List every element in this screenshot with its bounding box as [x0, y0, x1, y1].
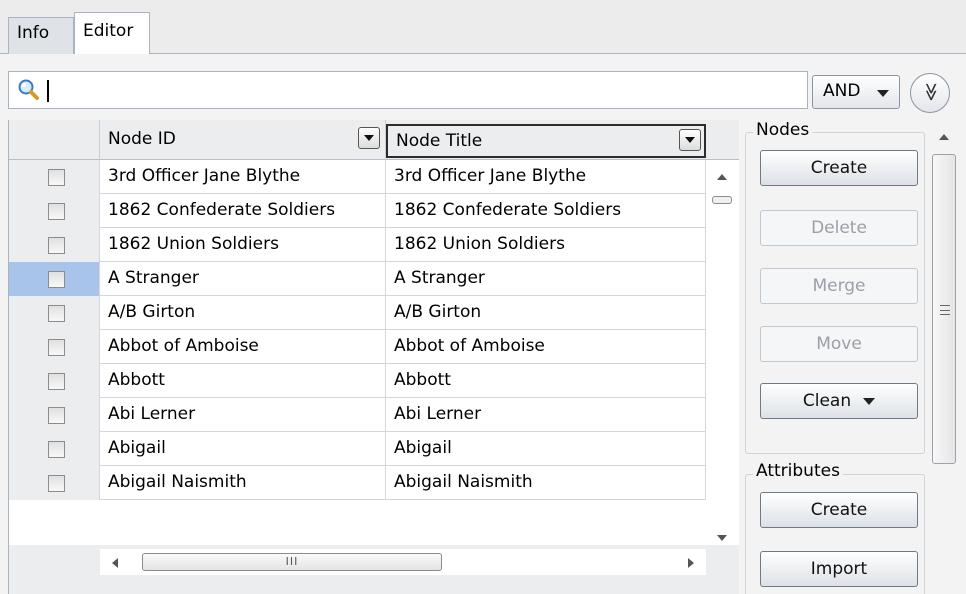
search-icon: [18, 79, 39, 100]
double-chevron-down-icon: ≫: [920, 82, 941, 102]
table-row[interactable]: Abbott Abbott: [9, 364, 706, 398]
node-id-cell[interactable]: Abbot of Amboise: [100, 330, 386, 364]
row-select-cell[interactable]: [9, 160, 100, 194]
merge-node-button[interactable]: Merge: [760, 268, 918, 304]
row-select-cell[interactable]: [9, 194, 100, 228]
row-checkbox[interactable]: [48, 237, 65, 254]
table-header: Node ID Node Title: [9, 120, 739, 160]
row-checkbox[interactable]: [48, 407, 65, 424]
table-row[interactable]: Abbot of Amboise Abbot of Amboise: [9, 330, 706, 364]
column-filter-dropdown-icon[interactable]: [679, 129, 701, 151]
search-box[interactable]: [8, 71, 808, 109]
header-node-id[interactable]: Node ID: [100, 120, 386, 160]
row-checkbox[interactable]: [48, 169, 65, 186]
row-select-cell[interactable]: [9, 228, 100, 262]
attributes-group-label: Attributes: [753, 461, 843, 481]
node-id-cell[interactable]: Abbott: [100, 364, 386, 398]
row-checkbox[interactable]: [48, 373, 65, 390]
scroll-left-arrow-icon[interactable]: [112, 558, 118, 568]
row-select-cell[interactable]: [9, 296, 100, 330]
header-node-id-label: Node ID: [108, 129, 176, 149]
node-id-cell[interactable]: Abigail: [100, 432, 386, 466]
scroll-up-arrow-icon[interactable]: [717, 174, 727, 180]
row-checkbox[interactable]: [48, 475, 65, 492]
row-checkbox[interactable]: [48, 271, 65, 288]
node-title-cell[interactable]: Abi Lerner: [386, 398, 706, 432]
table-horizontal-scrollbar[interactable]: III: [100, 549, 706, 575]
move-node-button[interactable]: Move: [760, 326, 918, 362]
table-row[interactable]: A Stranger A Stranger: [9, 262, 706, 296]
node-title-cell[interactable]: Abbott: [386, 364, 706, 398]
row-select-cell[interactable]: [9, 398, 100, 432]
node-title-cell[interactable]: 1862 Confederate Soldiers: [386, 194, 706, 228]
table-row[interactable]: Abigail Naismith Abigail Naismith: [9, 466, 706, 500]
node-id-cell[interactable]: A Stranger: [100, 262, 386, 296]
row-select-cell[interactable]: [9, 330, 100, 364]
nodes-group-label: Nodes: [753, 120, 813, 140]
header-node-title[interactable]: Node Title: [386, 124, 706, 158]
sidebar-scroll-thumb[interactable]: [932, 154, 956, 464]
table-row[interactable]: 3rd Officer Jane Blythe 3rd Officer Jane …: [9, 160, 706, 194]
tab-info-label: Info: [17, 23, 50, 43]
row-select-cell[interactable]: [9, 262, 100, 296]
tab-bar: Info Editor: [0, 0, 966, 55]
node-title-cell[interactable]: Abbot of Amboise: [386, 330, 706, 364]
tab-editor[interactable]: Editor: [74, 12, 150, 55]
row-checkbox[interactable]: [48, 305, 65, 322]
node-id-cell[interactable]: A/B Girton: [100, 296, 386, 330]
horizontal-scroll-thumb[interactable]: III: [142, 553, 442, 571]
node-id-cell[interactable]: 1862 Confederate Soldiers: [100, 194, 386, 228]
table-row[interactable]: Abigail Abigail: [9, 432, 706, 466]
tab-editor-label: Editor: [83, 21, 134, 41]
node-title-cell[interactable]: Abigail: [386, 432, 706, 466]
expand-search-button[interactable]: ≫: [910, 73, 950, 113]
tab-info[interactable]: Info: [8, 17, 74, 54]
grip-icon: [940, 305, 950, 315]
node-id-cell[interactable]: Abigail Naismith: [100, 466, 386, 500]
table-vertical-scrollbar[interactable]: [706, 160, 739, 545]
row-select-cell[interactable]: [9, 432, 100, 466]
row-checkbox[interactable]: [48, 203, 65, 220]
scroll-right-arrow-icon[interactable]: [688, 558, 694, 568]
clean-dropdown-button[interactable]: Clean: [760, 383, 918, 419]
node-id-cell[interactable]: Abi Lerner: [100, 398, 386, 432]
row-select-cell[interactable]: [9, 466, 100, 500]
create-attribute-button[interactable]: Create: [760, 492, 918, 528]
chevron-down-icon: [863, 397, 876, 405]
table-row[interactable]: A/B Girton A/B Girton: [9, 296, 706, 330]
actions-sidebar: Nodes Create Delete Merge Move Clean Att…: [745, 120, 925, 594]
table-footer: III: [9, 545, 739, 594]
node-title-cell[interactable]: 1862 Union Soldiers: [386, 228, 706, 262]
table-row[interactable]: 1862 Confederate Soldiers 1862 Confederat…: [9, 194, 706, 228]
row-checkbox[interactable]: [48, 339, 65, 356]
table-row[interactable]: 1862 Union Soldiers 1862 Union Soldiers: [9, 228, 706, 262]
node-id-cell[interactable]: 3rd Officer Jane Blythe: [100, 160, 386, 194]
editor-panel: AND ≫ Node ID Node Title 3rd Officer Jan…: [0, 54, 966, 594]
header-node-title-label: Node Title: [396, 131, 483, 151]
sidebar-scrollbar[interactable]: [930, 120, 958, 594]
row-select-cell[interactable]: [9, 364, 100, 398]
search-input[interactable]: [47, 76, 787, 104]
header-check-column: [9, 120, 100, 160]
operator-dropdown[interactable]: AND: [812, 75, 900, 109]
import-attribute-button[interactable]: Import: [760, 551, 918, 587]
create-node-button[interactable]: Create: [760, 150, 918, 186]
scroll-up-arrow-icon[interactable]: [939, 134, 949, 140]
operator-label: AND: [823, 81, 861, 101]
row-checkbox[interactable]: [48, 441, 65, 458]
table-row[interactable]: Abi Lerner Abi Lerner: [9, 398, 706, 432]
node-title-cell[interactable]: A Stranger: [386, 262, 706, 296]
delete-node-button[interactable]: Delete: [760, 210, 918, 246]
node-id-cell[interactable]: 1862 Union Soldiers: [100, 228, 386, 262]
node-title-cell[interactable]: A/B Girton: [386, 296, 706, 330]
chevron-down-icon: [877, 90, 889, 97]
node-title-cell[interactable]: 3rd Officer Jane Blythe: [386, 160, 706, 194]
node-title-cell[interactable]: Abigail Naismith: [386, 466, 706, 500]
nodes-table: Node ID Node Title 3rd Officer Jane Blyt…: [8, 120, 739, 594]
column-filter-dropdown-icon[interactable]: [358, 127, 380, 149]
clean-label: Clean: [802, 391, 852, 411]
scroll-thumb[interactable]: [712, 196, 732, 204]
scroll-down-arrow-icon[interactable]: [717, 535, 727, 541]
